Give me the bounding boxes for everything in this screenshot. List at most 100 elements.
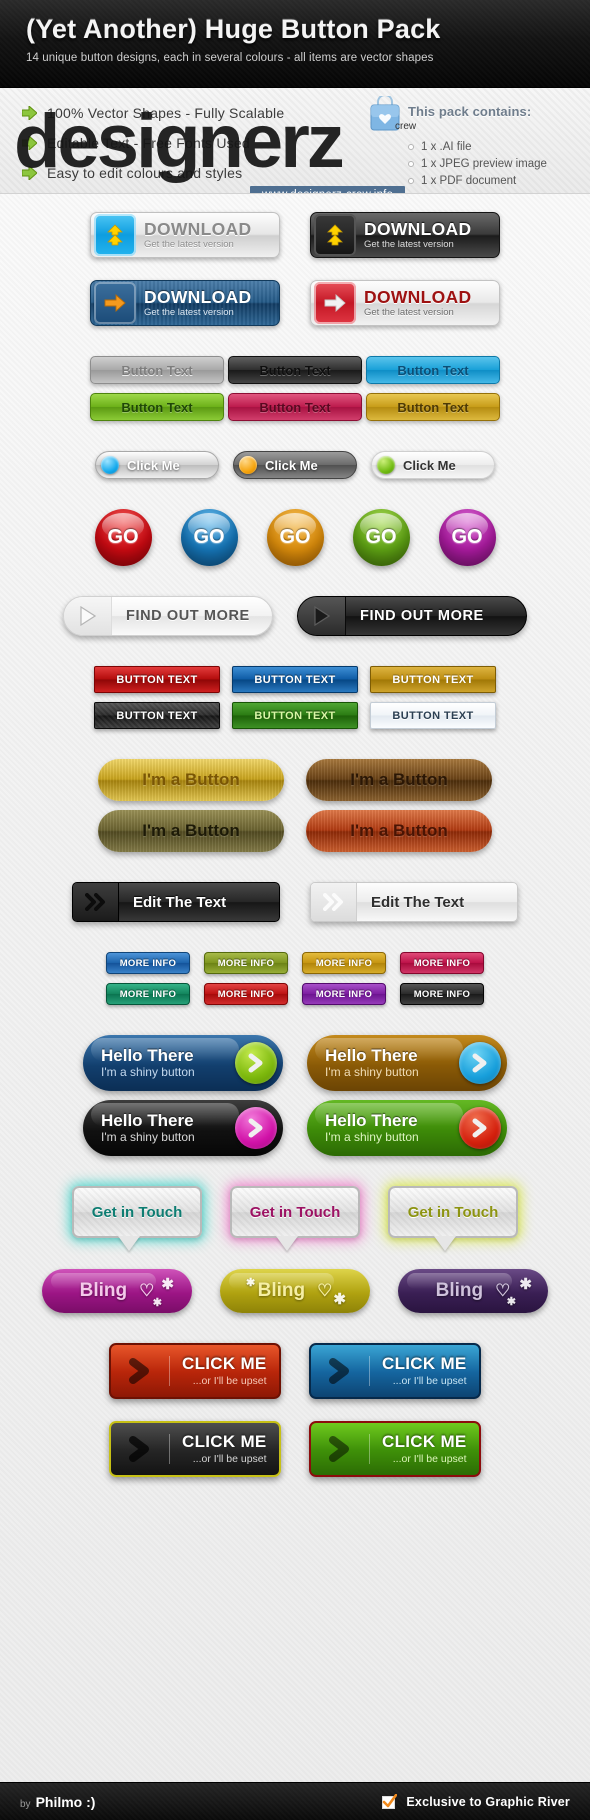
im-a-button-gold[interactable]: I'm a Button <box>98 759 284 801</box>
footer-author-name: Philmo :) <box>35 1793 96 1810</box>
get-in-touch-yellow[interactable]: Get in Touch <box>388 1186 518 1238</box>
button-text-gold[interactable]: Button Text <box>366 393 500 421</box>
orange-checkmark-icon <box>382 1793 398 1809</box>
button-text-row-1: Button Text Button Text Button Text <box>0 356 590 384</box>
click-me-pill-white[interactable]: Click Me <box>371 451 495 479</box>
im-a-button-row-2: I'm a Button I'm a Button <box>0 810 590 852</box>
go-button-blue[interactable]: GO <box>180 509 238 566</box>
go-button-orange[interactable]: GO <box>266 509 324 566</box>
bling-button-magenta[interactable]: Bling ♡ ✱ ✱ <box>42 1269 192 1313</box>
more-info-blue[interactable]: MORE INFO <box>106 952 190 974</box>
ribbon-button-gold[interactable]: BUTTON TEXT <box>370 666 496 693</box>
go-button-green[interactable]: GO <box>352 509 410 566</box>
click-me-pill-dark[interactable]: Click Me <box>233 451 357 479</box>
find-out-more-light[interactable]: FIND OUT MORE <box>63 596 273 636</box>
button-text-black[interactable]: Button Text <box>228 356 362 384</box>
download-button-dark[interactable]: DOWNLOAD Get the latest version <box>310 212 500 258</box>
get-in-touch-wrap-teal: Get in Touch <box>72 1186 202 1251</box>
more-info-purple[interactable]: MORE INFO <box>302 983 386 1005</box>
hello-there-black[interactable]: Hello There I'm a shiny button <box>83 1100 283 1156</box>
ribbon-button-white[interactable]: BUTTON TEXT <box>370 702 496 729</box>
bling-row: Bling ♡ ✱ ✱ Bling ♡ ✱ ✱ Bling ♡ ✱ ✱ <box>0 1269 590 1313</box>
edit-the-text-label: Edit The Text <box>371 893 465 911</box>
click-me-pill-row: Click Me Click Me Click Me <box>0 451 590 479</box>
hello-there-blue[interactable]: Hello There I'm a shiny button <box>83 1035 283 1091</box>
click-me-button-black[interactable]: CLICK ME ...or I'll be upset <box>109 1421 281 1477</box>
more-info-olive[interactable]: MORE INFO <box>204 952 288 974</box>
download-button-blue[interactable]: DOWNLOAD Get the latest version <box>90 280 280 326</box>
more-info-black[interactable]: MORE INFO <box>400 983 484 1005</box>
download-title: DOWNLOAD <box>144 218 252 239</box>
more-info-teal[interactable]: MORE INFO <box>106 983 190 1005</box>
im-a-button-olive[interactable]: I'm a Button <box>98 810 284 852</box>
find-out-more-dark[interactable]: FIND OUT MORE <box>297 596 527 636</box>
page-title: (Yet Another) Huge Button Pack <box>26 14 441 44</box>
download-arrow-icon <box>314 214 356 256</box>
ribbon-button-red[interactable]: BUTTON TEXT <box>94 666 220 693</box>
go-button-red[interactable]: GO <box>94 509 152 566</box>
download-subtitle: Get the latest version <box>144 239 234 251</box>
button-text-ribbon-row-1: BUTTON TEXT BUTTON TEXT BUTTON TEXT <box>0 666 590 693</box>
get-in-touch-teal[interactable]: Get in Touch <box>72 1186 202 1238</box>
feature-strip: 100% Vector Shapes - Fully Scalable Edit… <box>0 88 590 194</box>
click-me-button-blue[interactable]: CLICK ME ...or I'll be upset <box>309 1343 481 1399</box>
footer-author-block: by Philmo :) <box>20 1794 95 1810</box>
page-header: (Yet Another) Huge Button Pack 14 unique… <box>0 0 590 88</box>
go-label: GO <box>107 526 139 548</box>
get-in-touch-pink[interactable]: Get in Touch <box>230 1186 360 1238</box>
click-me-text: CLICK ME ...or I'll be upset <box>370 1432 467 1465</box>
pack-item-label: 1 x JPEG preview image <box>421 157 547 170</box>
edit-the-text-light[interactable]: Edit The Text <box>310 882 518 922</box>
pack-contents-panel: This pack contains: 1 x .AI file 1 x JPE… <box>368 94 576 189</box>
hello-there-green[interactable]: Hello There I'm a shiny button <box>307 1100 507 1156</box>
im-a-button-brown[interactable]: I'm a Button <box>306 759 492 801</box>
download-subtitle: Get the latest version <box>364 239 454 251</box>
more-info-red[interactable]: MORE INFO <box>204 983 288 1005</box>
chevron-right-icon <box>459 1107 501 1149</box>
im-a-button-rust[interactable]: I'm a Button <box>306 810 492 852</box>
feature-label: Editable Text - Free Fonts Used <box>47 135 250 151</box>
ribbon-button-blue[interactable]: BUTTON TEXT <box>232 666 358 693</box>
pack-item-label: 1 x PDF document <box>421 174 517 187</box>
more-info-gold[interactable]: MORE INFO <box>302 952 386 974</box>
click-me-pill-silver[interactable]: Click Me <box>95 451 219 479</box>
download-button-grey[interactable]: DOWNLOAD Get the latest version <box>90 212 280 258</box>
watermark-url: www.designerz-crew.info <box>250 186 406 193</box>
download-text: DOWNLOAD Get the latest version <box>364 287 471 318</box>
button-text-blue[interactable]: Button Text <box>366 356 500 384</box>
go-label: GO <box>451 526 483 548</box>
pack-title: This pack contains: <box>408 104 532 119</box>
more-info-row-1: MORE INFO MORE INFO MORE INFO MORE INFO <box>0 952 590 974</box>
ribbon-button-green[interactable]: BUTTON TEXT <box>232 702 358 729</box>
go-button-purple[interactable]: GO <box>438 509 496 566</box>
button-text-green[interactable]: Button Text <box>90 393 224 421</box>
edit-the-text-dark[interactable]: Edit The Text <box>72 882 280 922</box>
more-info-row-2: MORE INFO MORE INFO MORE INFO MORE INFO <box>0 983 590 1005</box>
hello-there-subtitle: I'm a shiny button <box>325 1065 419 1080</box>
click-me-subtitle: ...or I'll be upset <box>392 1452 467 1465</box>
status-dot-blue-icon <box>101 456 119 474</box>
chevron-right-icon <box>111 1345 169 1397</box>
click-me-button-green[interactable]: CLICK ME ...or I'll be upset <box>309 1421 481 1477</box>
pack-item: 1 x JPEG preview image <box>408 155 576 172</box>
click-me-subtitle: ...or I'll be upset <box>192 1452 267 1465</box>
bling-button-purple[interactable]: Bling ♡ ✱ ✱ <box>398 1269 548 1313</box>
hello-there-brown[interactable]: Hello There I'm a shiny button <box>307 1035 507 1091</box>
download-button-red[interactable]: DOWNLOAD Get the latest version <box>310 280 500 326</box>
more-info-pink[interactable]: MORE INFO <box>400 952 484 974</box>
hello-there-title: Hello There <box>325 1111 418 1131</box>
button-text-grey[interactable]: Button Text <box>90 356 224 384</box>
hello-there-row-1: Hello There I'm a shiny button Hello The… <box>0 1035 590 1091</box>
play-triangle-icon <box>298 597 346 635</box>
click-me-button-red[interactable]: CLICK ME ...or I'll be upset <box>109 1343 281 1399</box>
speech-bubble-tail-icon <box>276 1236 298 1251</box>
button-text-pink[interactable]: Button Text <box>228 393 362 421</box>
ribbon-button-carbon[interactable]: BUTTON TEXT <box>94 702 220 729</box>
bling-button-gold[interactable]: Bling ♡ ✱ ✱ <box>220 1269 370 1313</box>
page-footer: by Philmo :) Exclusive to Graphic River <box>0 1782 590 1820</box>
click-me-text: CLICK ME ...or I'll be upset <box>370 1354 467 1387</box>
im-a-button-label: I'm a Button <box>142 770 240 789</box>
download-title: DOWNLOAD <box>144 286 252 307</box>
chevron-right-icon <box>235 1107 277 1149</box>
heart-icon: ♡ <box>317 1281 333 1300</box>
